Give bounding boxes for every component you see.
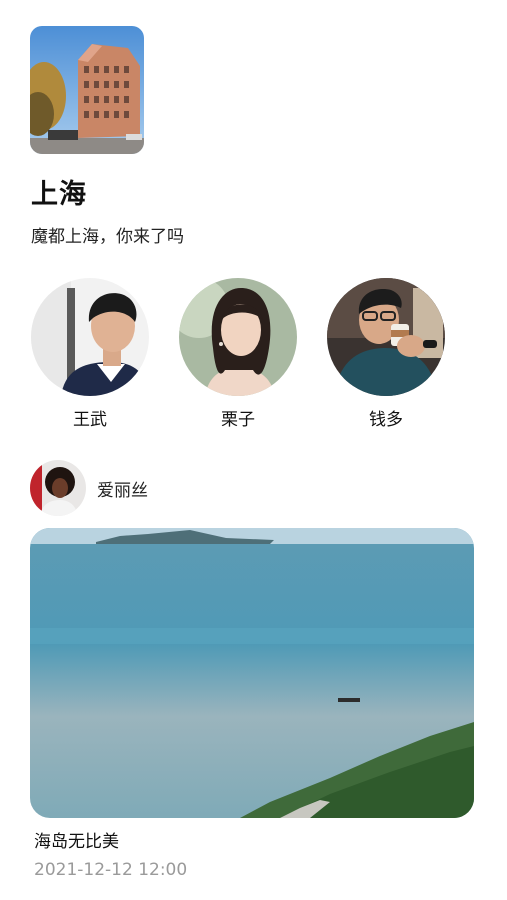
friend-name: 王武 <box>73 410 107 430</box>
friend-avatar[interactable] <box>179 278 297 396</box>
friend-item[interactable]: 栗子 <box>178 278 298 430</box>
friend-name: 钱多 <box>369 410 403 430</box>
post-author[interactable]: 爱丽丝 <box>30 460 148 516</box>
author-name: 爱丽丝 <box>97 480 148 501</box>
friend-name: 栗子 <box>221 410 255 430</box>
post-caption: 海岛无比美 <box>34 832 119 852</box>
friends-list: 王武 栗子 钱多 <box>30 278 450 430</box>
city-description: 魔都上海，你来了吗 <box>31 227 184 247</box>
friend-avatar[interactable] <box>31 278 149 396</box>
friend-item[interactable]: 王武 <box>30 278 150 430</box>
friend-item[interactable]: 钱多 <box>326 278 446 430</box>
author-avatar[interactable] <box>30 460 86 516</box>
friend-avatar[interactable] <box>327 278 445 396</box>
city-thumbnail-image[interactable] <box>30 26 144 154</box>
post-timestamp: 2021-12-12 12:00 <box>34 860 188 880</box>
post-image[interactable] <box>30 528 474 818</box>
city-title: 上海 <box>31 179 87 210</box>
